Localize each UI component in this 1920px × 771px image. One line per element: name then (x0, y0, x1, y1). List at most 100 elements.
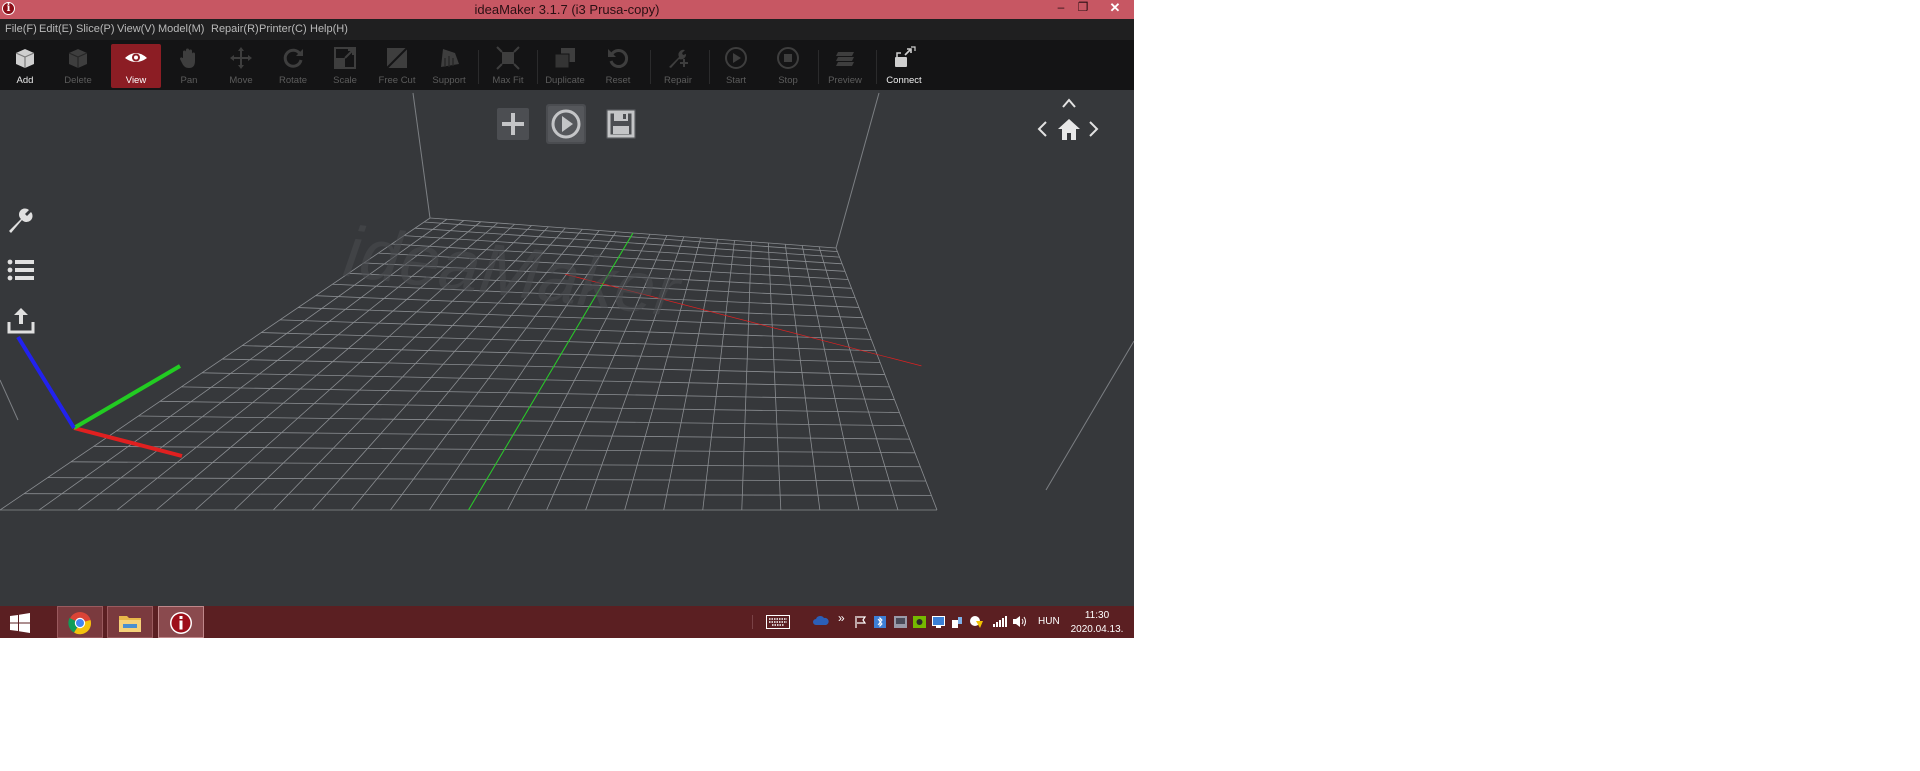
settings-wrench-button[interactable] (6, 205, 36, 235)
stop-circle-icon (777, 47, 799, 69)
tray-app-icon[interactable] (894, 616, 907, 628)
restore-button[interactable]: ❐ (1072, 0, 1094, 16)
max-fit-button[interactable]: Max Fit (483, 44, 533, 88)
action-center-flag-icon[interactable] (855, 616, 867, 628)
export-upload-button[interactable] (6, 305, 36, 335)
tray-separator (752, 615, 753, 629)
quick-save-button[interactable] (601, 104, 641, 144)
menu-view[interactable]: View(V) (117, 23, 155, 35)
safely-remove-usb-icon[interactable] (951, 616, 963, 628)
network-signal-icon[interactable] (993, 616, 1007, 627)
window-title: ideaMaker 3.1.7 (i3 Prusa-copy) (474, 2, 660, 17)
volume-icon[interactable] (1013, 615, 1027, 628)
clock-time[interactable]: 11:30 (1067, 610, 1127, 621)
chrome-icon (68, 612, 92, 635)
y-axis (72, 364, 182, 430)
windows-taskbar: » HUN 11:30 2020.04.13. (0, 606, 1134, 638)
add-plus-icon (497, 108, 529, 140)
menu-printer[interactable]: Printer(C) (259, 23, 307, 35)
menu-slice[interactable]: Slice(P) (76, 23, 115, 35)
connect-button[interactable]: Connect (879, 44, 929, 88)
taskbar-ideamaker[interactable] (158, 606, 204, 638)
ideamaker-icon (170, 612, 192, 634)
object-list-button[interactable] (6, 255, 36, 285)
duplicate-button[interactable]: Duplicate (540, 44, 590, 88)
play-circle-icon (725, 47, 747, 69)
windows-start-icon[interactable] (10, 613, 30, 633)
grid-line (784, 244, 821, 511)
reset-button[interactable]: Reset (593, 44, 643, 88)
delete-cube-icon (68, 49, 88, 68)
delete-label: Delete (64, 75, 92, 86)
add-cube-icon (15, 49, 35, 68)
rotate-icon (283, 48, 303, 68)
repair-button[interactable]: Repair (653, 44, 703, 88)
grid-line (767, 242, 782, 511)
clock-date[interactable]: 2020.04.13. (1067, 624, 1127, 635)
preview-button[interactable]: Preview (820, 44, 870, 88)
quick-slice-button[interactable] (546, 104, 586, 144)
input-language[interactable]: HUN (1038, 616, 1060, 627)
pan-button[interactable]: Pan (164, 44, 214, 88)
file-explorer-icon (119, 616, 141, 632)
nvidia-icon[interactable] (913, 616, 926, 628)
z-axis (16, 335, 76, 430)
nav-right-icon[interactable] (1088, 120, 1100, 138)
bluetooth-app-icon[interactable] (874, 616, 886, 628)
grid-line (741, 241, 752, 511)
menu-help[interactable]: Help(H) (310, 23, 348, 35)
windows-update-warning-icon[interactable] (969, 615, 983, 628)
play-slice-icon (548, 106, 584, 142)
touch-keyboard-icon[interactable] (766, 615, 790, 629)
menu-repair[interactable]: Repair(R) (211, 23, 259, 35)
nav-left-icon[interactable] (1036, 120, 1048, 138)
hand-icon (179, 48, 195, 68)
taskbar-chrome[interactable] (57, 606, 103, 638)
nav-up-icon[interactable] (1061, 97, 1077, 109)
delete-button[interactable]: Delete (53, 44, 103, 88)
build-volume-edge (1045, 340, 1134, 491)
preview-label: Preview (828, 75, 862, 86)
scale-button[interactable]: Scale (320, 44, 370, 88)
save-floppy-icon (606, 109, 636, 139)
move-button[interactable]: Move (216, 44, 266, 88)
reset-icon (608, 49, 629, 68)
rotate-button[interactable]: Rotate (268, 44, 318, 88)
quick-add-button[interactable] (493, 104, 533, 144)
title-bar[interactable]: i ideaMaker 3.1.7 (i3 Prusa-copy) – ❐ ✕ (0, 0, 1134, 19)
scale-icon (334, 47, 356, 69)
menu-model[interactable]: Model(M) (158, 23, 204, 35)
menu-bar: File(F) Edit(E) Slice(P) View(V) Model(M… (0, 19, 1134, 40)
menu-file[interactable]: File(F) (5, 23, 37, 35)
wrench-plus-icon (669, 49, 688, 68)
repair-label: Repair (664, 75, 692, 86)
connect-icon (895, 46, 916, 67)
eye-icon (125, 53, 147, 62)
display-icon[interactable] (932, 616, 945, 628)
onedrive-icon[interactable] (813, 614, 829, 626)
support-button[interactable]: Support (424, 44, 474, 88)
menu-edit[interactable]: Edit(E) (39, 23, 73, 35)
support-icon (441, 49, 459, 67)
main-toolbar: Add Delete View Pan Move Rotate Scale Fr… (0, 40, 1134, 90)
build-volume-edge (835, 92, 880, 249)
add-button[interactable]: Add (0, 44, 50, 88)
upload-icon (7, 308, 35, 334)
close-button[interactable]: ✕ (1101, 0, 1129, 16)
build-volume-edge (412, 92, 431, 219)
minimize-button[interactable]: – (1050, 0, 1072, 16)
list-icon (7, 259, 34, 281)
stop-label: Stop (778, 75, 798, 86)
3d-viewport[interactable]: ideaMaker (0, 90, 1134, 606)
view-button[interactable]: View (111, 44, 161, 88)
home-icon[interactable] (1057, 117, 1081, 141)
duplicate-icon (554, 48, 575, 69)
taskbar-file-explorer[interactable] (107, 606, 153, 638)
reset-label: Reset (605, 75, 631, 86)
stop-button[interactable]: Stop (763, 44, 813, 88)
tray-overflow-icon[interactable]: » (838, 611, 845, 625)
ideamaker-window: i ideaMaker 3.1.7 (i3 Prusa-copy) – ❐ ✕ … (0, 0, 1134, 638)
start-button[interactable]: Start (711, 44, 761, 88)
free-cut-button[interactable]: Free Cut (372, 44, 422, 88)
wrench-icon (9, 208, 33, 233)
